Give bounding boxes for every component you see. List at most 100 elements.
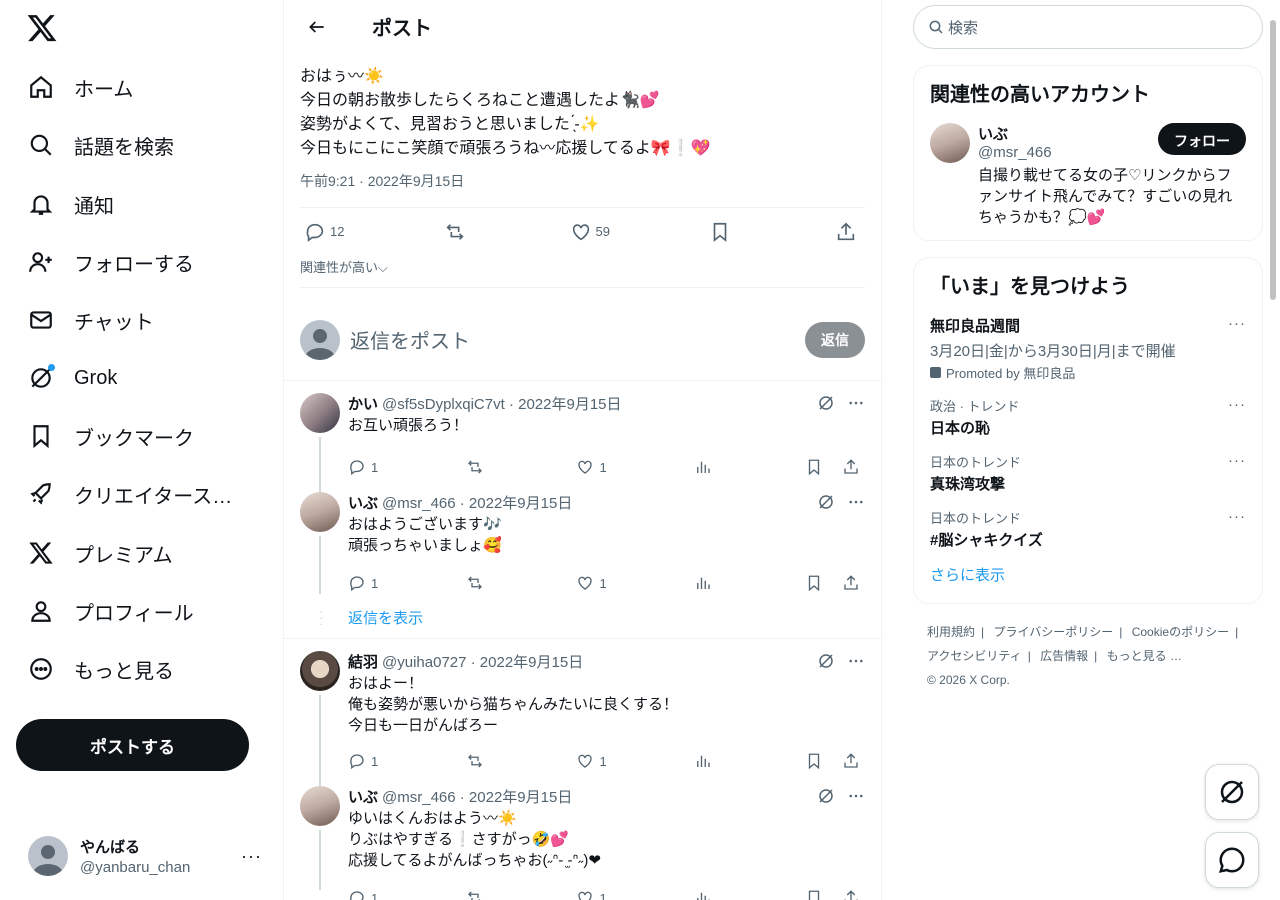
repost-action[interactable] <box>466 574 489 592</box>
footer: 利用規約 | プライバシーポリシー | Cookieのポリシー | アクセシビリティ |… <box>913 620 1263 692</box>
footer-link-more[interactable]: もっと見る … <box>1107 649 1182 663</box>
like-action[interactable]: 1 <box>576 752 607 770</box>
share-action[interactable] <box>835 221 861 243</box>
more-icon[interactable] <box>847 493 865 511</box>
nav-notifications-label: 通知 <box>74 195 114 218</box>
more-icon[interactable]: ··· <box>241 846 262 867</box>
footer-link-ads[interactable]: 広告情報 <box>1040 649 1088 663</box>
grok-float-button[interactable] <box>1205 764 1259 820</box>
like-action[interactable]: 59 <box>570 221 610 243</box>
nav-creator-studio[interactable]: クリエイタースタジオ <box>16 469 261 519</box>
reply-count: 1 <box>371 890 379 900</box>
reply-action[interactable]: 1 <box>348 574 378 592</box>
reply-author[interactable]: かい <box>348 393 378 414</box>
follow-button[interactable]: フォロー <box>1158 123 1246 155</box>
nav-chat[interactable]: チャット <box>16 295 166 345</box>
reply-input[interactable]: 返信をポスト <box>350 325 805 354</box>
show-more-link[interactable]: さらに表示 <box>930 564 1246 591</box>
grok-icon[interactable] <box>817 394 835 412</box>
avatar <box>300 786 340 826</box>
trend-item[interactable]: 日本のトレンド 真珠湾攻撃 ··· <box>930 452 1246 494</box>
reply-action[interactable]: 1 <box>348 889 378 900</box>
bookmark-action[interactable] <box>709 221 735 243</box>
grok-icon[interactable] <box>817 493 835 511</box>
bookmark-icon[interactable] <box>805 458 823 476</box>
footer-separator: | <box>1235 625 1239 639</box>
views-action[interactable] <box>694 889 717 900</box>
reply-action[interactable]: 1 <box>348 752 378 770</box>
reply-author[interactable]: 結羽 <box>348 651 378 672</box>
trend-item[interactable]: 政治 · トレンド 日本の恥 ··· <box>930 396 1246 438</box>
like-action[interactable]: 1 <box>576 574 607 592</box>
views-action[interactable] <box>694 458 717 476</box>
like-action[interactable]: 1 <box>576 889 607 900</box>
share-icon[interactable] <box>842 458 860 476</box>
reply-item[interactable]: いぶ @msr_466 · 2022年9月15日 おはようございます🎶 頑張っち… <box>284 486 881 602</box>
card-title: 関連性の高いアカウント <box>930 84 1150 106</box>
share-icon[interactable] <box>842 752 860 770</box>
search-input[interactable]: 検索 <box>913 5 1263 49</box>
grok-icon[interactable] <box>817 652 835 670</box>
reply-author[interactable]: いぶ <box>348 492 378 513</box>
account-suggestion[interactable]: いぶ @msr_466 フォロー 自撮り載せてる女の子♡リンクからファンサイト飛… <box>930 123 1246 228</box>
footer-link-accessibility[interactable]: アクセシビリティ <box>927 649 1022 663</box>
avatar <box>300 492 340 532</box>
reply-item[interactable]: いぶ @msr_466 · 2022年9月15日 ゆいはくんおはよう〰︎☀️ り… <box>284 780 881 900</box>
post-timestamp[interactable]: 午前9:21 · 2022年9月15日 <box>284 161 881 207</box>
post-text: おはぅ〰︎☀️ 今日の朝お散歩したらくろねこと遭遇したよ🐈‍⬛💕 姿勢がよくて、… <box>300 68 711 157</box>
share-icon[interactable] <box>842 889 860 900</box>
reply-sort-dropdown[interactable]: 関連性が高い⌵ <box>284 255 881 277</box>
repost-action[interactable] <box>466 458 489 476</box>
footer-link-terms[interactable]: 利用規約 <box>927 625 975 639</box>
more-icon[interactable]: ··· <box>1228 452 1246 469</box>
back-arrow-icon[interactable] <box>300 10 334 44</box>
repost-action[interactable] <box>466 752 489 770</box>
trend-item[interactable]: 無印良品週間 3月20日|金|から3月30日|月|まで開催 Promoted b… <box>930 315 1246 382</box>
repost-action[interactable] <box>466 889 489 900</box>
footer-link-cookies[interactable]: Cookieのポリシー <box>1132 625 1229 639</box>
bookmark-icon[interactable] <box>805 574 823 592</box>
like-action[interactable]: 1 <box>576 458 607 476</box>
views-action[interactable] <box>694 574 717 592</box>
reply-action[interactable]: 1 <box>348 458 378 476</box>
like-count: 1 <box>599 890 607 900</box>
views-icon <box>697 577 711 589</box>
show-replies-link[interactable]: · · · 返信を表示 <box>284 602 881 638</box>
account-switcher[interactable]: やんばる @yanbaru_chan ··· <box>16 826 274 886</box>
grok-icon[interactable] <box>817 787 835 805</box>
nav-more[interactable]: もっと見る <box>16 644 186 694</box>
nav-grok[interactable]: Grok <box>16 353 129 403</box>
bookmark-icon[interactable] <box>805 752 823 770</box>
reply-button[interactable]: 返信 <box>805 321 865 358</box>
reply-action[interactable]: 12 <box>304 221 344 243</box>
repost-action[interactable] <box>444 221 470 243</box>
chat-float-button[interactable] <box>1205 832 1259 888</box>
share-icon[interactable] <box>842 574 860 592</box>
x-logo-icon[interactable] <box>26 12 58 44</box>
nav-premium[interactable]: プレミアム <box>16 528 185 578</box>
nav-profile[interactable]: プロフィール <box>16 586 206 636</box>
bookmark-icon[interactable] <box>805 889 823 900</box>
reply-item[interactable]: 結羽 @yuiha0727 · 2022年9月15日 おはよー！ 俺も姿勢が悪い… <box>284 639 881 795</box>
more-icon[interactable]: ··· <box>1228 508 1246 525</box>
nav-explore[interactable]: 話題を検索 <box>16 120 186 170</box>
more-icon[interactable] <box>847 652 865 670</box>
scrollbar[interactable] <box>1270 20 1276 300</box>
more-icon[interactable]: ··· <box>1228 315 1246 332</box>
avatar <box>930 123 970 163</box>
nav-follow[interactable]: フォローする <box>16 237 206 287</box>
post-button[interactable]: ポストする <box>16 719 249 771</box>
more-icon[interactable] <box>847 394 865 412</box>
nav-bookmarks[interactable]: ブックマーク <box>16 411 206 461</box>
footer-link-privacy[interactable]: プライバシーポリシー <box>993 625 1113 639</box>
more-icon[interactable] <box>847 787 865 805</box>
reply-author[interactable]: いぶ <box>348 786 378 807</box>
reply-item[interactable]: かい @sf5sDyplxqiC7vt · 2022年9月15日 お互い頑張ろう… <box>284 381 881 505</box>
nav-home[interactable]: ホーム <box>16 62 145 112</box>
nav-chat-label: チャット <box>74 311 154 334</box>
nav-notifications[interactable]: 通知 <box>16 179 126 229</box>
views-action[interactable] <box>694 752 717 770</box>
trend-item[interactable]: 日本のトレンド #脳シャキクイズ ··· <box>930 508 1246 550</box>
more-icon[interactable]: ··· <box>1228 396 1246 413</box>
reply-text: おはようございます🎶 頑張っちゃいましょ🥰 <box>348 516 502 554</box>
